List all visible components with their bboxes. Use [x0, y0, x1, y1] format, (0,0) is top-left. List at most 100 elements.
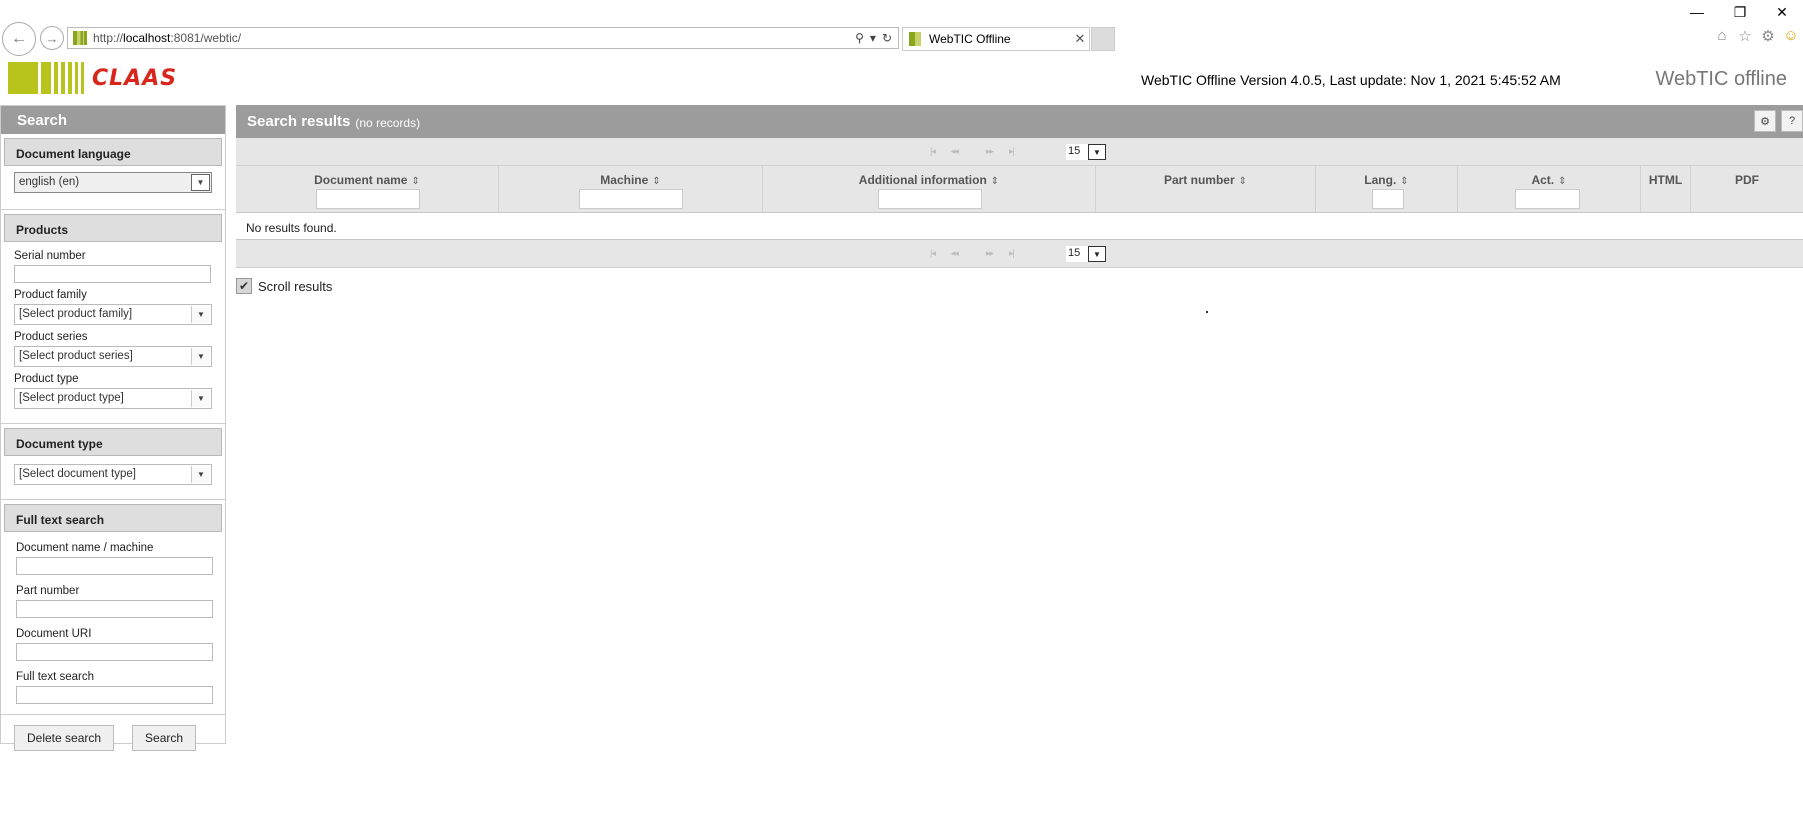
- product-series-label: Product series: [14, 331, 88, 343]
- pager-bottom: |◂ ◂◂ ▸▸ ▸| 15 ▼: [236, 240, 1803, 268]
- delete-search-button[interactable]: Delete search: [14, 725, 115, 751]
- first-page-icon[interactable]: |◂: [930, 146, 936, 157]
- sort-icon[interactable]: ⇕: [1239, 176, 1247, 187]
- serial-number-input[interactable]: [14, 265, 211, 283]
- docname-machine-label: Document name / machine: [16, 542, 154, 554]
- logo-wordmark: CLAAS: [92, 65, 178, 91]
- address-bar[interactable]: http://localhost:8081/webtic/ ⚲ ▾ ↻: [67, 27, 899, 49]
- help-icon[interactable]: ?: [1781, 110, 1803, 132]
- scroll-results-option[interactable]: ✔ Scroll results: [236, 278, 1803, 294]
- scroll-results-checkbox[interactable]: ✔: [236, 278, 252, 294]
- column-machine[interactable]: Machine ⇕: [499, 166, 763, 213]
- version-info: WebTIC Offline Version 4.0.5, Last updat…: [1141, 72, 1561, 88]
- next-page-icon[interactable]: ▸▸: [986, 146, 994, 157]
- full-text-search-heading[interactable]: Full text search: [4, 504, 222, 532]
- products-heading[interactable]: Products: [4, 214, 222, 242]
- chevron-down-icon[interactable]: ▼: [191, 466, 210, 483]
- forward-button[interactable]: →: [40, 26, 64, 50]
- serial-number-label: Serial number: [14, 250, 86, 262]
- chevron-down-icon[interactable]: ▼: [1088, 144, 1106, 160]
- search-icon[interactable]: ⚲: [855, 31, 864, 45]
- sort-icon[interactable]: ⇕: [411, 176, 419, 187]
- additional-information-filter[interactable]: [878, 189, 982, 209]
- back-button[interactable]: ←: [2, 22, 36, 56]
- chevron-down-icon[interactable]: ▼: [191, 174, 210, 191]
- column-lang[interactable]: Lang. ⇕: [1316, 166, 1458, 213]
- document-language-heading[interactable]: Document language: [4, 138, 222, 166]
- claas-logo: CLAAS: [8, 62, 177, 94]
- product-type-label: Product type: [14, 373, 79, 385]
- settings-gear-icon[interactable]: ⚙: [1759, 27, 1777, 45]
- last-page-icon[interactable]: ▸|: [1009, 146, 1015, 157]
- search-panel: Search Document language english (en) ▼ …: [0, 105, 226, 751]
- column-additional-information[interactable]: Additional information ⇕: [763, 166, 1096, 213]
- favorites-star-icon[interactable]: ☆: [1736, 27, 1754, 45]
- browser-chrome: ← → http://localhost:8081/webtic/ ⚲ ▾ ↻ …: [0, 0, 1803, 56]
- machine-filter[interactable]: [579, 189, 683, 209]
- sort-icon[interactable]: ⇕: [1400, 176, 1408, 187]
- column-act[interactable]: Act. ⇕: [1458, 166, 1641, 213]
- no-results-message: No results found.: [236, 213, 1803, 240]
- stray-dot: [1206, 311, 1208, 313]
- column-html: HTML: [1641, 166, 1691, 213]
- product-series-select[interactable]: [Select product series] ▼: [14, 346, 212, 367]
- lang-filter[interactable]: [1372, 189, 1404, 209]
- language-select[interactable]: english (en) ▼: [14, 172, 212, 193]
- search-button[interactable]: Search: [132, 725, 197, 751]
- chevron-down-icon[interactable]: ▼: [191, 390, 210, 407]
- docname-machine-input[interactable]: [16, 557, 213, 575]
- product-type-select[interactable]: [Select product type] ▼: [14, 388, 212, 409]
- search-panel-title: Search: [1, 106, 225, 134]
- pager-top: |◂ ◂◂ ▸▸ ▸| 15 ▼: [236, 138, 1803, 166]
- act-filter[interactable]: [1515, 189, 1580, 209]
- next-page-icon[interactable]: ▸▸: [986, 248, 994, 259]
- document-name-filter[interactable]: [316, 189, 420, 209]
- product-family-label: Product family: [14, 289, 87, 301]
- back-arrow-icon: ←: [11, 30, 27, 47]
- settings-gear-icon[interactable]: ⚙: [1754, 110, 1776, 132]
- part-number-input[interactable]: [16, 600, 213, 618]
- column-document-name[interactable]: Document name ⇕: [236, 166, 499, 213]
- close-window-icon[interactable]: ✕: [1770, 4, 1794, 21]
- part-number-label: Part number: [16, 585, 80, 597]
- address-url[interactable]: http://localhost:8081/webtic/: [93, 31, 855, 45]
- close-tab-icon[interactable]: ✕: [1071, 31, 1089, 47]
- site-favicon-icon: [73, 31, 87, 45]
- app-brand-title: WebTIC offline: [1655, 68, 1787, 90]
- results-title-bar: Search results (no records) ⚙ ?: [236, 105, 1803, 138]
- last-page-icon[interactable]: ▸|: [1009, 248, 1015, 259]
- results-count: (no records): [355, 115, 421, 130]
- check-icon: ✔: [238, 279, 250, 293]
- sort-icon[interactable]: ⇕: [1558, 176, 1566, 187]
- chevron-down-icon[interactable]: ▼: [191, 348, 210, 365]
- page-size-select[interactable]: 15 ▼: [1066, 144, 1108, 160]
- search-results-panel: Search results (no records) ⚙ ? |◂ ◂◂ ▸▸…: [236, 105, 1803, 294]
- logo-stripes: [8, 62, 84, 94]
- smiley-feedback-icon[interactable]: ☺: [1782, 27, 1800, 44]
- refresh-icon[interactable]: ↻: [882, 31, 892, 45]
- column-pdf: PDF: [1735, 173, 1759, 187]
- column-part-number[interactable]: Part number ⇕: [1096, 166, 1316, 213]
- home-icon[interactable]: ⌂: [1713, 27, 1731, 44]
- minimize-icon[interactable]: —: [1685, 4, 1709, 20]
- browser-tab[interactable]: WebTIC Offline ✕: [902, 27, 1090, 51]
- chevron-down-icon[interactable]: ▼: [191, 306, 210, 323]
- previous-page-icon[interactable]: ◂◂: [951, 248, 959, 259]
- full-text-label: Full text search: [16, 671, 94, 683]
- new-tab-button[interactable]: [1091, 27, 1115, 51]
- first-page-icon[interactable]: |◂: [930, 248, 936, 259]
- page-size-select[interactable]: 15 ▼: [1066, 246, 1108, 262]
- previous-page-icon[interactable]: ◂◂: [951, 146, 959, 157]
- sort-icon[interactable]: ⇕: [991, 176, 999, 187]
- forward-arrow-icon: →: [45, 30, 59, 46]
- product-family-select[interactable]: [Select product family] ▼: [14, 304, 212, 325]
- sort-icon[interactable]: ⇕: [652, 176, 660, 187]
- results-table-header: Document name ⇕ Machine ⇕ Additional infor…: [236, 166, 1803, 213]
- chevron-down-icon[interactable]: ▾: [870, 31, 876, 45]
- chevron-down-icon[interactable]: ▼: [1088, 246, 1106, 262]
- document-uri-input[interactable]: [16, 643, 213, 661]
- document-type-select[interactable]: [Select document type] ▼: [14, 464, 212, 485]
- restore-icon[interactable]: ❐: [1728, 4, 1752, 21]
- full-text-input[interactable]: [16, 686, 213, 704]
- document-type-heading[interactable]: Document type: [4, 428, 222, 456]
